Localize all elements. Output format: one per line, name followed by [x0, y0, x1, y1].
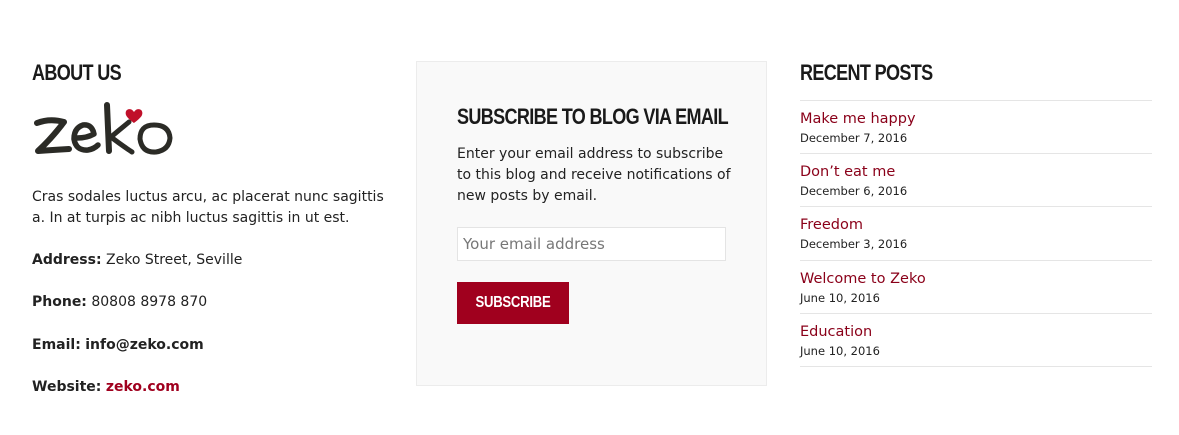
website-label: Website:: [32, 379, 102, 395]
subscribe-widget: Subscribe to Blog via Email Enter your e…: [416, 61, 767, 386]
subscribe-description: Enter your email address to subscribe to…: [457, 146, 731, 204]
website-link[interactable]: zeko.com: [106, 379, 180, 395]
recent-post-item: Freedom December 3, 2016: [800, 207, 1152, 261]
post-date: June 10, 2016: [800, 343, 880, 358]
post-title-link[interactable]: Education: [800, 323, 1152, 341]
recent-posts-list: Make me happy December 7, 2016 Don’t eat…: [800, 100, 1152, 367]
address-label: Address:: [32, 252, 102, 268]
website-line: Website: zeko.com: [32, 377, 180, 397]
email-address-input[interactable]: [457, 227, 726, 261]
post-date: June 10, 2016: [800, 290, 880, 305]
email-line: Email: info@zeko.com: [32, 335, 204, 355]
post-title-link[interactable]: Don’t eat me: [800, 163, 1152, 181]
about-description: Cras sodales luctus arcu, ac placerat nu…: [32, 189, 384, 226]
post-title-link[interactable]: Welcome to Zeko: [800, 270, 1152, 288]
subscribe-button-label: Subscribe: [475, 294, 551, 311]
email-label: Email:: [32, 337, 81, 353]
recent-post-item: Welcome to Zeko June 10, 2016: [800, 261, 1152, 314]
recent-post-item: Education June 10, 2016: [800, 314, 1152, 367]
phone-line: Phone: 80808 8978 870: [32, 292, 207, 312]
zeko-logo-mark: [34, 102, 173, 155]
email-value: info@zeko.com: [85, 337, 204, 353]
about-us-heading: About Us: [32, 60, 122, 85]
phone-value: 80808 8978 870: [91, 294, 208, 310]
subscribe-heading: Subscribe to Blog via Email: [457, 104, 729, 129]
about-us-widget: About Us Cras sodales luctus arcu, ac pl…: [32, 60, 392, 395]
recent-posts-widget: Recent Posts Make me happy December 7, 2…: [800, 60, 1152, 367]
post-title-link[interactable]: Make me happy: [800, 110, 1152, 128]
subscribe-button[interactable]: Subscribe: [457, 282, 569, 324]
post-title-link[interactable]: Freedom: [800, 216, 1152, 234]
recent-post-item: Make me happy December 7, 2016: [800, 101, 1152, 155]
zeko-logo[interactable]: [32, 100, 177, 162]
phone-label: Phone:: [32, 294, 87, 310]
recent-post-item: Don’t eat me December 6, 2016: [800, 154, 1152, 208]
address-line: Address: Zeko Street, Seville: [32, 250, 242, 270]
address-value: Zeko Street, Seville: [106, 252, 243, 268]
post-date: December 7, 2016: [800, 131, 908, 145]
post-date: December 3, 2016: [800, 237, 908, 252]
recent-posts-heading: Recent Posts: [800, 60, 933, 85]
post-date: December 6, 2016: [800, 184, 908, 199]
